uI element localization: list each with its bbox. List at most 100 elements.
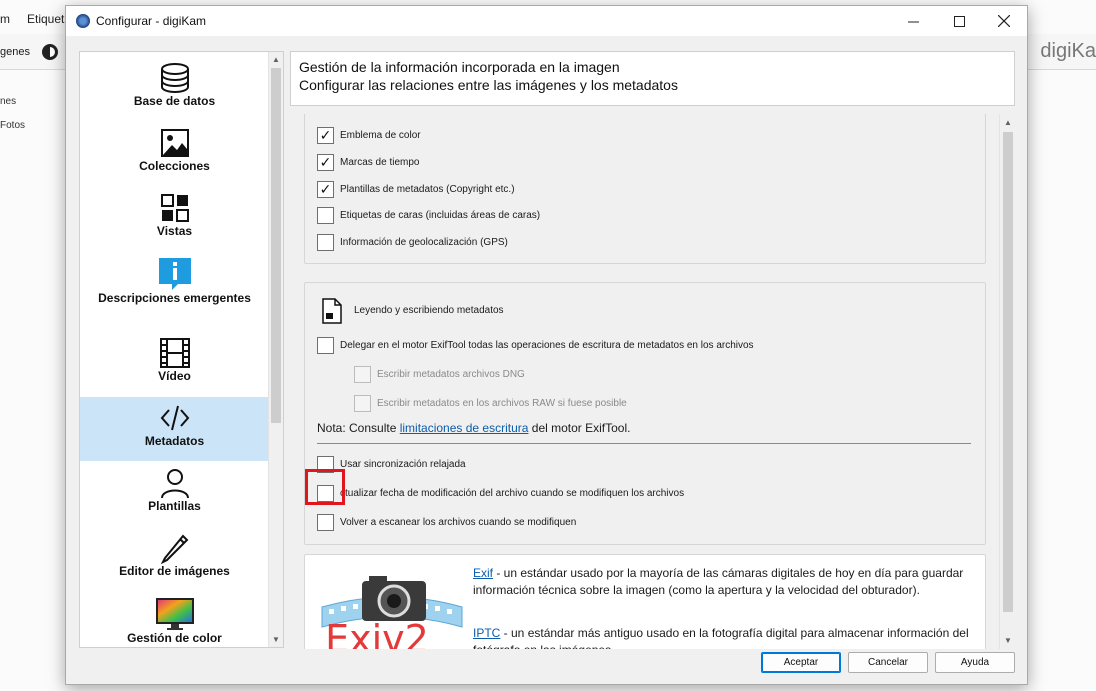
sidebar-item-tooltips[interactable]: Descripciones emergentes [80, 257, 269, 327]
option-label: Etiquetas de caras (incluidas áreas de c… [340, 209, 541, 221]
group-title: Leyendo y escribiendo metadatos [354, 305, 504, 316]
sidebar-item-label: Metadatos [144, 434, 205, 448]
sidebar-item-label: Plantillas [148, 499, 201, 513]
lazy-sync-option[interactable]: Usar sincronización relajada [317, 455, 466, 473]
option-label: Escribir metadatos archivos DNG [377, 368, 525, 380]
option-label: Información de geolocalización (GPS) [340, 236, 508, 248]
document-icon [322, 298, 342, 324]
exiv2-logo-text: Exiv2 [325, 617, 429, 649]
title-bar[interactable]: Configurar - digiKam [66, 6, 1027, 36]
background-toolbar-label[interactable]: genes [0, 46, 30, 58]
scroll-up-icon[interactable]: ▲ [272, 55, 280, 64]
database-icon [160, 63, 189, 93]
sidebar-item-database[interactable]: Base de datos [80, 62, 269, 117]
help-button[interactable]: Ayuda [935, 652, 1015, 673]
exif-text: - un estándar usado por la mayoría de la… [473, 566, 964, 597]
checkbox[interactable]: ✓ [317, 126, 334, 144]
window-title: Configurar - digiKam [96, 14, 207, 28]
write-dng-option[interactable]: Escribir metadatos archivos DNG [354, 365, 525, 383]
sidebar-item-metadata[interactable]: Metadatos [80, 397, 269, 461]
background-left-item[interactable]: nes [0, 96, 16, 107]
sidebar-item-color-management[interactable]: Gestión de color [80, 597, 269, 647]
checkbox[interactable] [317, 206, 334, 224]
contrast-icon[interactable] [42, 44, 58, 60]
option-label: Volver a escanear los archivos cuando se… [340, 516, 577, 528]
checkbox[interactable] [317, 513, 334, 531]
checkbox[interactable] [317, 336, 334, 354]
settings-sidebar: Base de datos Colecciones Vistas Descrip… [79, 51, 284, 648]
sidebar-item-label: Base de datos [133, 94, 216, 108]
iptc-link[interactable]: IPTC [473, 626, 500, 640]
checkbox[interactable]: ✓ [317, 153, 334, 171]
option-label: Emblema de color [340, 129, 421, 141]
sidebar-item-label: Colecciones [139, 159, 210, 173]
digikam-logo-icon [76, 14, 90, 28]
checkbox[interactable] [317, 484, 334, 502]
scrollbar-thumb[interactable] [271, 68, 281, 423]
grid-icon [160, 194, 189, 222]
color-label-option[interactable]: ✓ Emblema de color [317, 126, 421, 144]
option-label: Plantillas de metadatos (Copyright etc.) [340, 183, 515, 195]
write-raw-option[interactable]: Escribir metadatos en los archivos RAW s… [354, 394, 627, 412]
pencil-icon [160, 534, 188, 564]
sidebar-item-video[interactable]: Vídeo [80, 337, 269, 392]
metadata-info-group: Exiv2 Exif - un estándar usado por la ma… [304, 554, 986, 649]
sidebar-item-templates[interactable]: Plantillas [80, 467, 269, 522]
background-menu-item[interactable]: m [0, 12, 10, 26]
face-tags-option[interactable]: Etiquetas de caras (incluidas áreas de c… [317, 206, 540, 224]
ok-button[interactable]: Aceptar [761, 652, 841, 673]
background-brand: digiKa [1040, 40, 1096, 62]
option-label: ctualizar fecha de modificación del arch… [340, 487, 685, 499]
metadata-templates-option[interactable]: ✓ Plantillas de metadatos (Copyright etc… [317, 180, 515, 198]
image-icon [160, 129, 189, 157]
sidebar-item-image-editor[interactable]: Editor de imágenes [80, 532, 269, 587]
scrollbar-thumb[interactable] [1003, 132, 1013, 612]
checkbox[interactable] [317, 233, 334, 251]
configure-dialog: Configurar - digiKam Base de datos Colec… [65, 5, 1028, 685]
sidebar-item-label: Descripciones emergentes [98, 291, 251, 305]
note-text: Nota: Consulte [317, 421, 400, 435]
exif-description: Exif - un estándar usado por la mayoría … [473, 565, 973, 599]
close-button[interactable] [981, 6, 1027, 36]
option-label: Delegar en el motor ExifTool todas las o… [340, 339, 754, 351]
write-limitations-link[interactable]: limitaciones de escritura [400, 421, 529, 435]
geolocation-option[interactable]: Información de geolocalización (GPS) [317, 233, 508, 251]
page-title: Gestión de la información incorporada en… [299, 59, 620, 75]
note-text: del motor ExifTool. [528, 421, 631, 435]
update-file-date-option[interactable]: ctualizar fecha de modificación del arch… [317, 484, 684, 502]
minimize-icon [907, 21, 919, 22]
film-icon [159, 338, 190, 368]
sidebar-item-label: Gestión de color [127, 631, 222, 645]
scroll-down-icon[interactable]: ▼ [272, 635, 280, 644]
exiftool-option[interactable]: Delegar en el motor ExifTool todas las o… [317, 336, 754, 354]
checkbox[interactable] [354, 394, 371, 412]
close-icon [998, 15, 1010, 27]
page-header: Gestión de la información incorporada en… [290, 51, 1015, 106]
write-options-group: ✓ Emblema de color ✓ Marcas de tiempo ✓ … [304, 114, 986, 264]
option-label: Usar sincronización relajada [340, 458, 466, 470]
iptc-text: - un estándar más antiguo usado en la fo… [473, 626, 969, 649]
background-left-item[interactable]: Fotos [0, 120, 25, 131]
checkbox[interactable] [354, 365, 371, 383]
cancel-button[interactable]: Cancelar [848, 652, 928, 673]
checkbox[interactable]: ✓ [317, 180, 334, 198]
minimize-button[interactable] [890, 6, 936, 36]
sidebar-item-label: Editor de imágenes [119, 564, 230, 578]
rescan-option[interactable]: Volver a escanear los archivos cuando se… [317, 513, 576, 531]
sidebar-item-collections[interactable]: Colecciones [80, 127, 269, 182]
iptc-description: IPTC - un estándar más antiguo usado en … [473, 625, 973, 649]
info-icon [158, 258, 191, 290]
maximize-button[interactable] [936, 6, 982, 36]
content-scrollbar[interactable]: ▲ ▼ [999, 114, 1015, 649]
sidebar-item-views[interactable]: Vistas [80, 192, 269, 247]
separator [317, 443, 971, 444]
scroll-up-icon[interactable]: ▲ [1004, 118, 1012, 127]
sidebar-scrollbar[interactable]: ▲ ▼ [268, 52, 283, 647]
scroll-down-icon[interactable]: ▼ [1004, 636, 1012, 645]
checkbox[interactable] [317, 455, 334, 473]
maximize-icon [953, 15, 965, 27]
background-menu-item[interactable]: Etiquet [27, 12, 64, 26]
timestamps-option[interactable]: ✓ Marcas de tiempo [317, 153, 419, 171]
sidebar-item-label: Vídeo [158, 369, 191, 383]
exif-link[interactable]: Exif [473, 566, 493, 580]
